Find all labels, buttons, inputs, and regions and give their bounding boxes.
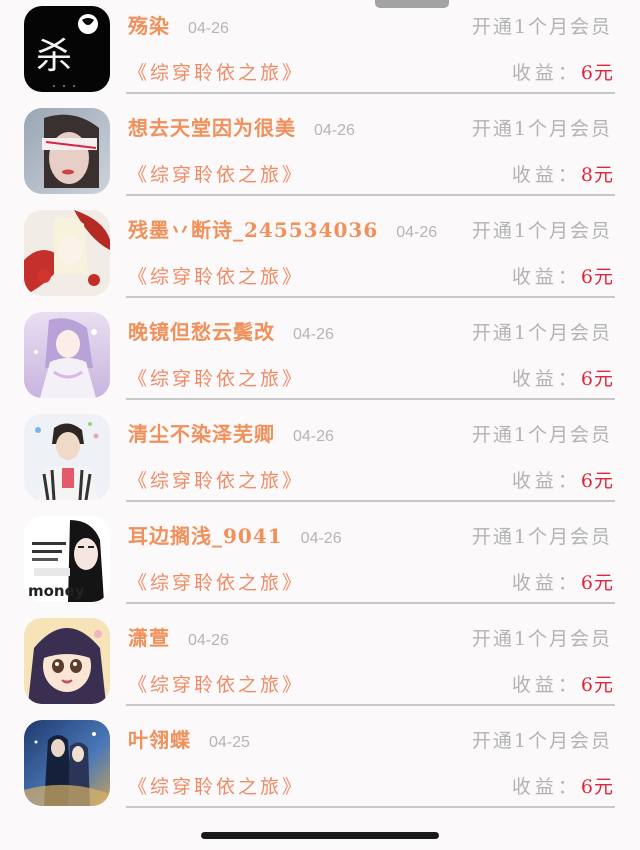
- membership-action: 开通1个月会员: [471, 730, 612, 752]
- income: 收益：6元: [512, 262, 614, 289]
- username[interactable]: 耳边搁浅_9041 04-26: [128, 520, 342, 549]
- income-amount: 6元: [580, 470, 614, 492]
- membership-action: 开通1个月会员: [471, 628, 612, 650]
- username-text: 耳边搁浅_9041: [128, 524, 283, 548]
- list-item[interactable]: 残墨丷断诗_245534036 04-26 开通1个月会员 《综穿聆依之旅》 收益…: [0, 204, 640, 306]
- book-title[interactable]: 《综穿聆依之旅》: [128, 160, 304, 187]
- income-amount: 6元: [580, 62, 614, 84]
- list-item[interactable]: 杀 殇染 04-26 开通1个月会员 《综穿聆依之旅》 收益：6元: [0, 0, 640, 102]
- membership-action: 开通1个月会员: [471, 16, 612, 38]
- username[interactable]: 潇萱 04-26: [128, 622, 229, 651]
- income-amount: 6元: [580, 776, 614, 798]
- avatar-kanji: 杀: [36, 36, 72, 77]
- income: 收益：6元: [512, 466, 614, 493]
- avatar-money-text: money: [28, 582, 85, 600]
- username-text: 想去天堂因为很美: [128, 116, 296, 140]
- avatar[interactable]: [24, 108, 110, 194]
- income-amount: 8元: [580, 164, 614, 186]
- income-label: 收益：: [511, 266, 581, 288]
- income: 收益：6元: [512, 568, 614, 595]
- username[interactable]: 叶翎蝶 04-25: [128, 724, 250, 753]
- date: 04-26: [188, 20, 229, 37]
- date: 04-26: [300, 530, 342, 547]
- username[interactable]: 殇染 04-26: [128, 10, 229, 39]
- income-label: 收益：: [511, 776, 581, 798]
- list-item[interactable]: 晚镜但愁云鬓改 04-26 开通1个月会员 《综穿聆依之旅》 收益：6元: [0, 306, 640, 408]
- income-label: 收益：: [511, 674, 581, 696]
- username-text: 叶翎蝶: [128, 728, 191, 752]
- username[interactable]: 清尘不染泽芜卿 04-26: [128, 418, 334, 447]
- income-amount: 6元: [580, 572, 614, 594]
- income-amount: 6元: [580, 368, 614, 390]
- book-title[interactable]: 《综穿聆依之旅》: [128, 772, 304, 799]
- avatar[interactable]: [24, 720, 110, 806]
- list-item[interactable]: 清尘不染泽芜卿 04-26 开通1个月会员 《综穿聆依之旅》 收益：6元: [0, 408, 640, 510]
- membership-action: 开通1个月会员: [471, 220, 612, 242]
- membership-action: 开通1个月会员: [471, 118, 612, 140]
- divider: [126, 704, 615, 706]
- membership-action: 开通1个月会员: [471, 526, 612, 548]
- income-label: 收益：: [511, 164, 581, 186]
- username-text: 殇染: [128, 14, 170, 38]
- book-title[interactable]: 《综穿聆依之旅》: [128, 58, 304, 85]
- avatar[interactable]: [24, 414, 110, 500]
- date: 04-26: [293, 428, 334, 445]
- income: 收益：6元: [512, 670, 614, 697]
- divider: [126, 398, 615, 400]
- membership-action: 开通1个月会员: [471, 424, 612, 446]
- membership-action: 开通1个月会员: [471, 322, 612, 344]
- income: 收益：6元: [512, 772, 614, 799]
- divider: [126, 806, 615, 808]
- divider: [126, 194, 615, 196]
- avatar[interactable]: [24, 312, 110, 398]
- book-title[interactable]: 《综穿聆依之旅》: [128, 466, 304, 493]
- list-item[interactable]: 想去天堂因为很美 04-26 开通1个月会员 《综穿聆依之旅》 收益：8元: [0, 102, 640, 204]
- username[interactable]: 残墨丷断诗_245534036 04-26: [128, 214, 437, 243]
- date: 04-26: [396, 224, 438, 241]
- date: 04-26: [188, 632, 229, 649]
- username-text: 残墨丷断诗_245534036: [128, 218, 379, 242]
- income-amount: 6元: [580, 674, 614, 696]
- divider: [126, 296, 615, 298]
- book-title[interactable]: 《综穿聆依之旅》: [128, 262, 304, 289]
- income-label: 收益：: [511, 470, 581, 492]
- divider: [126, 602, 615, 604]
- date: 04-26: [293, 326, 334, 343]
- book-title[interactable]: 《综穿聆依之旅》: [128, 568, 304, 595]
- username-text: 潇萱: [128, 626, 170, 650]
- home-indicator[interactable]: [201, 832, 439, 839]
- list-item[interactable]: money 耳边搁浅_9041 04-26 开通1个月会员 《综穿聆依之旅》 收益…: [0, 510, 640, 612]
- divider: [126, 92, 615, 94]
- username-text: 清尘不染泽芜卿: [128, 422, 275, 446]
- avatar[interactable]: money: [24, 516, 110, 602]
- username-text: 晚镜但愁云鬓改: [128, 320, 275, 344]
- income: 收益：6元: [512, 364, 614, 391]
- list-item[interactable]: 潇萱 04-26 开通1个月会员 《综穿聆依之旅》 收益：6元: [0, 612, 640, 714]
- book-title[interactable]: 《综穿聆依之旅》: [128, 670, 304, 697]
- divider: [126, 500, 615, 502]
- date: 04-26: [314, 122, 355, 139]
- avatar[interactable]: [24, 210, 110, 296]
- avatar[interactable]: 杀: [24, 6, 110, 92]
- income: 收益：6元: [512, 58, 614, 85]
- avatar[interactable]: [24, 618, 110, 704]
- income: 收益：8元: [512, 160, 614, 187]
- username[interactable]: 晚镜但愁云鬓改 04-26: [128, 316, 334, 345]
- book-title[interactable]: 《综穿聆依之旅》: [128, 364, 304, 391]
- income-label: 收益：: [511, 368, 581, 390]
- income-amount: 6元: [580, 266, 614, 288]
- income-label: 收益：: [511, 62, 581, 84]
- list-item[interactable]: 叶翎蝶 04-25 开通1个月会员 《综穿聆依之旅》 收益：6元: [0, 714, 640, 816]
- username[interactable]: 想去天堂因为很美 04-26: [128, 112, 355, 141]
- date: 04-25: [209, 734, 250, 751]
- income-label: 收益：: [511, 572, 581, 594]
